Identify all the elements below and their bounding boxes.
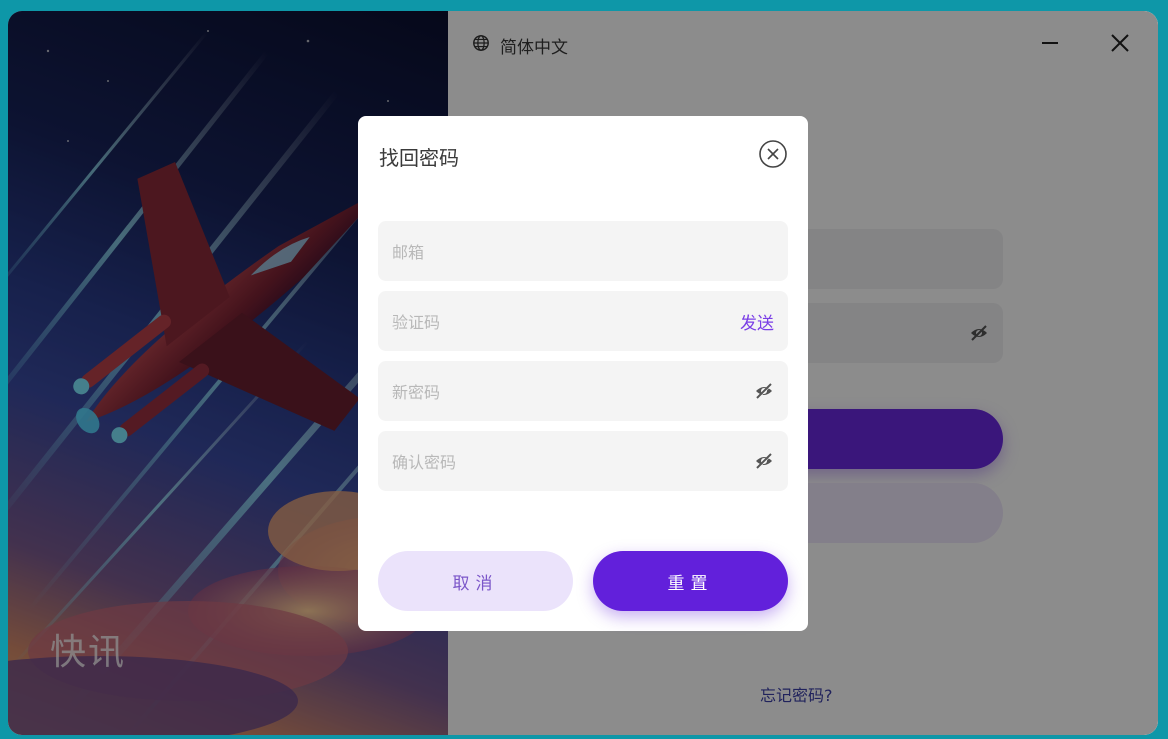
dialog-close-button[interactable] [758,139,788,169]
reset-password-dialog: 找回密码 邮箱 验证码 发送 新密码 确认密码 取消 重置 [358,116,808,631]
reset-button[interactable]: 重置 [593,551,788,611]
verification-code-field[interactable]: 验证码 发送 [378,291,788,351]
new-password-placeholder: 新密码 [392,383,441,402]
confirm-password-placeholder: 确认密码 [392,453,457,472]
confirm-password-field[interactable]: 确认密码 [378,431,788,491]
eye-slash-icon[interactable] [754,451,774,471]
reset-button-label: 重置 [667,573,714,594]
circle-close-icon [759,140,787,168]
new-password-field[interactable]: 新密码 [378,361,788,421]
send-code-button[interactable]: 发送 [740,309,774,334]
cancel-button[interactable]: 取消 [378,551,573,611]
cancel-button-label: 取消 [452,573,499,594]
dialog-title: 找回密码 [379,146,459,170]
code-placeholder: 验证码 [392,313,441,332]
eye-slash-icon[interactable] [754,381,774,401]
email-placeholder: 邮箱 [392,243,425,262]
email-field[interactable]: 邮箱 [378,221,788,281]
